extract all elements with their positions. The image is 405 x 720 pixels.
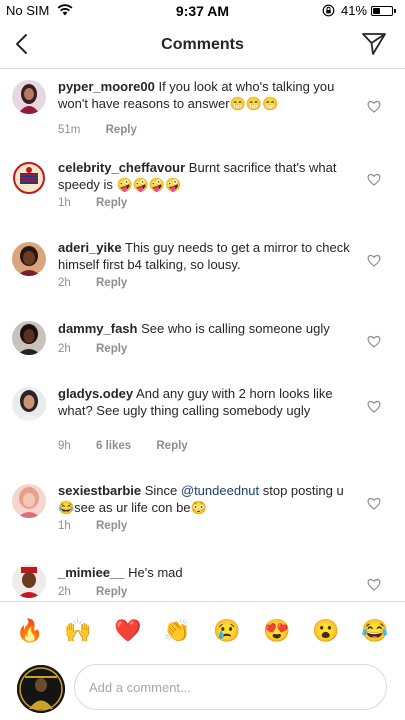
comment-time: 1h xyxy=(58,197,71,209)
heart-outline-icon[interactable] xyxy=(367,400,381,413)
avatar[interactable] xyxy=(12,161,46,195)
comment-input[interactable] xyxy=(74,664,387,710)
comment-username[interactable]: celebrity_cheffavour xyxy=(58,160,185,175)
reply-button[interactable]: Reply xyxy=(106,124,137,136)
comment-time: 51m xyxy=(58,124,81,136)
heart-eyes-emoji-button[interactable]: 😍 xyxy=(263,617,291,645)
avatar[interactable] xyxy=(12,321,46,355)
rotation-lock-icon xyxy=(322,4,335,17)
comment-text: pyper_moore00 If you look at who's talki… xyxy=(58,78,350,112)
avatar[interactable] xyxy=(12,80,46,114)
heart-outline-icon[interactable] xyxy=(367,335,381,348)
heart-outline-icon[interactable] xyxy=(367,578,381,591)
status-bar: No SIM 9:37 AM 41% xyxy=(0,0,405,22)
reply-button[interactable]: Reply xyxy=(96,197,127,209)
crying-emoji-button[interactable]: 😢 xyxy=(213,617,241,645)
comment-text: aderi_yike This guy needs to get a mirro… xyxy=(58,239,350,273)
heart-outline-icon[interactable] xyxy=(367,497,381,510)
avatar[interactable] xyxy=(12,484,46,518)
comment-body: He's mad xyxy=(128,565,183,580)
heart-outline-icon[interactable] xyxy=(367,254,381,267)
comment-username[interactable]: sexiestbarbie xyxy=(58,483,141,498)
paper-plane-icon[interactable] xyxy=(361,31,387,57)
comment-time: 2h xyxy=(58,277,71,289)
battery-level xyxy=(373,8,381,14)
avatar[interactable] xyxy=(12,564,46,598)
comment-username[interactable]: pyper_moore00 xyxy=(58,79,155,94)
comments-list[interactable]: pyper_moore00 If you look at who's talki… xyxy=(0,70,405,600)
comment-meta: 9h 6 likes Reply xyxy=(58,440,210,452)
clapping-emoji-button[interactable]: 👏 xyxy=(163,617,191,645)
raised-hands-emoji-button[interactable]: 🙌 xyxy=(64,617,92,645)
avatar[interactable] xyxy=(12,387,46,421)
comment-time: 2h xyxy=(58,343,71,355)
heart-outline-icon[interactable] xyxy=(367,100,381,113)
header: Comments xyxy=(0,22,405,69)
likes-count[interactable]: 6 likes xyxy=(96,440,131,452)
comment-meta: 1h Reply xyxy=(58,197,149,209)
comment-meta: 2h Reply xyxy=(58,343,149,355)
heart-outline-icon[interactable] xyxy=(367,173,381,186)
reply-button[interactable]: Reply xyxy=(96,277,127,289)
emoji-quick-bar: 🔥 🙌 ❤️ 👏 😢 😍 😮 😂 xyxy=(0,601,405,659)
page-title: Comments xyxy=(161,36,244,53)
reply-button[interactable]: Reply xyxy=(96,586,127,598)
comment-username[interactable]: gladys.odey xyxy=(58,386,133,401)
comment-meta: 51m Reply xyxy=(58,124,159,136)
comment-username[interactable]: dammy_fash xyxy=(58,321,137,336)
avatar[interactable] xyxy=(12,242,46,276)
comment-body-start: Since xyxy=(144,483,181,498)
battery-tip xyxy=(394,9,396,13)
comment-time: 2h xyxy=(58,586,71,598)
mention-link[interactable]: @tundeednut xyxy=(181,483,259,498)
comment-composer xyxy=(0,659,405,720)
comment-meta: 2h Reply xyxy=(58,586,149,598)
comment-text: celebrity_cheffavour Burnt sacrifice tha… xyxy=(58,159,350,193)
comment-text: dammy_fash See who is calling someone ug… xyxy=(58,320,350,337)
battery-percent: 41% xyxy=(341,3,368,18)
comment-body: See who is calling someone ugly xyxy=(141,321,330,336)
surprised-emoji-button[interactable]: 😮 xyxy=(312,617,340,645)
reply-button[interactable]: Reply xyxy=(96,520,127,532)
comment-meta: 1h Reply xyxy=(58,520,149,532)
comment-text: sexiestbarbie Since @tundeednut stop pos… xyxy=(58,482,350,516)
my-avatar[interactable] xyxy=(17,665,65,713)
reply-button[interactable]: Reply xyxy=(96,343,127,355)
reply-button[interactable]: Reply xyxy=(156,440,187,452)
comment-username[interactable]: aderi_yike xyxy=(58,240,122,255)
comment-meta: 2h Reply xyxy=(58,277,149,289)
comment-username[interactable]: _mimiee__ xyxy=(58,565,125,580)
battery-icon xyxy=(371,6,393,16)
comment-text: _mimiee__ He's mad xyxy=(58,564,350,581)
laughing-emoji-button[interactable]: 😂 xyxy=(361,617,389,645)
heart-emoji-button[interactable]: ❤️ xyxy=(114,617,142,645)
comment-time: 1h xyxy=(58,520,71,532)
fire-emoji-button[interactable]: 🔥 xyxy=(16,617,44,645)
comment-time: 9h xyxy=(58,440,71,452)
comment-text: gladys.odey And any guy with 2 horn look… xyxy=(58,385,350,419)
